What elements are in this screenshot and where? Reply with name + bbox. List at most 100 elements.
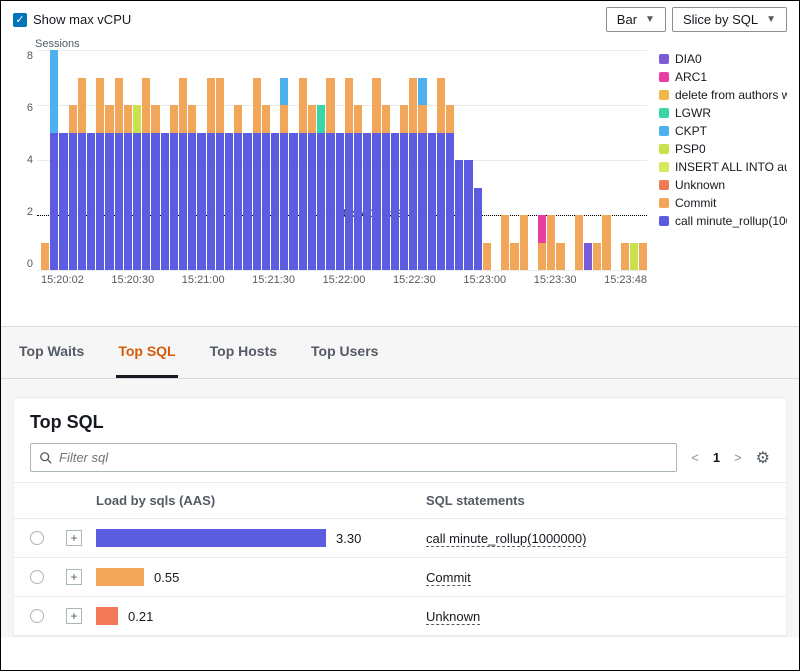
- bar[interactable]: [96, 50, 104, 270]
- chart-type-select[interactable]: Bar ▼: [606, 7, 666, 32]
- legend-label: Unknown: [675, 178, 725, 192]
- bar[interactable]: [400, 50, 408, 270]
- legend-item[interactable]: DIA0: [659, 50, 787, 68]
- bar[interactable]: [520, 50, 528, 270]
- bar[interactable]: [336, 50, 344, 270]
- bar[interactable]: [105, 50, 113, 270]
- row-radio[interactable]: [30, 570, 44, 584]
- slice-by-select[interactable]: Slice by SQL ▼: [672, 7, 787, 32]
- bar[interactable]: [464, 50, 472, 270]
- bar[interactable]: [326, 50, 334, 270]
- legend-item[interactable]: Commit: [659, 194, 787, 212]
- bar[interactable]: [455, 50, 463, 270]
- bar[interactable]: [299, 50, 307, 270]
- bar[interactable]: [437, 50, 445, 270]
- prev-page-button[interactable]: <: [691, 450, 699, 465]
- bar[interactable]: [621, 50, 629, 270]
- bar[interactable]: [87, 50, 95, 270]
- bar[interactable]: [612, 50, 620, 270]
- bar[interactable]: [593, 50, 601, 270]
- bar[interactable]: [115, 50, 123, 270]
- chart-plot-area[interactable]: DIA0ARC1delete from authors wLGWRCKPTPSP…: [37, 50, 787, 270]
- bar[interactable]: [391, 50, 399, 270]
- bar[interactable]: [41, 50, 49, 270]
- bar[interactable]: [418, 50, 426, 270]
- legend-item[interactable]: LGWR: [659, 104, 787, 122]
- legend-item[interactable]: INSERT ALL INTO au: [659, 158, 787, 176]
- tab-top-waits[interactable]: Top Waits: [17, 327, 86, 378]
- bar[interactable]: [547, 50, 555, 270]
- bar[interactable]: [584, 50, 592, 270]
- legend-item[interactable]: PSP0: [659, 140, 787, 158]
- bar[interactable]: [170, 50, 178, 270]
- bar[interactable]: [446, 50, 454, 270]
- bar[interactable]: [556, 50, 564, 270]
- bar[interactable]: [575, 50, 583, 270]
- bar[interactable]: [474, 50, 482, 270]
- bar[interactable]: [428, 50, 436, 270]
- bar[interactable]: [262, 50, 270, 270]
- legend-item[interactable]: call minute_rollup(100: [659, 212, 787, 230]
- expand-button[interactable]: +: [66, 608, 82, 624]
- next-page-button[interactable]: >: [734, 450, 742, 465]
- bar[interactable]: [317, 50, 325, 270]
- bar[interactable]: [289, 50, 297, 270]
- bar[interactable]: [271, 50, 279, 270]
- bar[interactable]: [50, 50, 58, 270]
- bar[interactable]: [492, 50, 500, 270]
- bar[interactable]: [59, 50, 67, 270]
- bar[interactable]: [639, 50, 647, 270]
- bar[interactable]: [188, 50, 196, 270]
- bar[interactable]: [179, 50, 187, 270]
- bar[interactable]: [372, 50, 380, 270]
- show-max-vcpu-checkbox[interactable]: ✓ Show max vCPU: [13, 12, 131, 27]
- row-radio[interactable]: [30, 531, 44, 545]
- bar[interactable]: [253, 50, 261, 270]
- expand-button[interactable]: +: [66, 530, 82, 546]
- bar[interactable]: [280, 50, 288, 270]
- tab-top-users[interactable]: Top Users: [309, 327, 380, 378]
- legend-item[interactable]: ARC1: [659, 68, 787, 86]
- legend-item[interactable]: delete from authors w: [659, 86, 787, 104]
- bar[interactable]: [78, 50, 86, 270]
- filter-field[interactable]: [59, 450, 668, 465]
- bar[interactable]: [483, 50, 491, 270]
- bar[interactable]: [216, 50, 224, 270]
- bar[interactable]: [602, 50, 610, 270]
- bar[interactable]: [243, 50, 251, 270]
- bar[interactable]: [510, 50, 518, 270]
- bar[interactable]: [566, 50, 574, 270]
- bar[interactable]: [234, 50, 242, 270]
- bar[interactable]: [124, 50, 132, 270]
- bar[interactable]: [382, 50, 390, 270]
- bar[interactable]: [69, 50, 77, 270]
- bar[interactable]: [501, 50, 509, 270]
- bar[interactable]: [630, 50, 638, 270]
- bar[interactable]: [409, 50, 417, 270]
- bar[interactable]: [225, 50, 233, 270]
- row-radio[interactable]: [30, 609, 44, 623]
- sql-statement-link[interactable]: call minute_rollup(1000000): [426, 531, 586, 547]
- bar[interactable]: [529, 50, 537, 270]
- bar[interactable]: [345, 50, 353, 270]
- sql-statement-link[interactable]: Unknown: [426, 609, 480, 625]
- bar[interactable]: [161, 50, 169, 270]
- bar[interactable]: [308, 50, 316, 270]
- legend-item[interactable]: CKPT: [659, 122, 787, 140]
- legend-item[interactable]: Unknown: [659, 176, 787, 194]
- bar[interactable]: [197, 50, 205, 270]
- bar[interactable]: [363, 50, 371, 270]
- bar[interactable]: [354, 50, 362, 270]
- bar[interactable]: [207, 50, 215, 270]
- tab-top-sql[interactable]: Top SQL: [116, 327, 177, 378]
- bar[interactable]: [142, 50, 150, 270]
- bar[interactable]: [151, 50, 159, 270]
- bar[interactable]: [133, 50, 141, 270]
- expand-button[interactable]: +: [66, 569, 82, 585]
- tab-top-hosts[interactable]: Top Hosts: [208, 327, 279, 378]
- load-value: 3.30: [336, 531, 361, 546]
- filter-sql-input[interactable]: [30, 443, 677, 472]
- sql-statement-link[interactable]: Commit: [426, 570, 471, 586]
- settings-gear-icon[interactable]: ⚙: [756, 448, 770, 468]
- bar[interactable]: [538, 50, 546, 270]
